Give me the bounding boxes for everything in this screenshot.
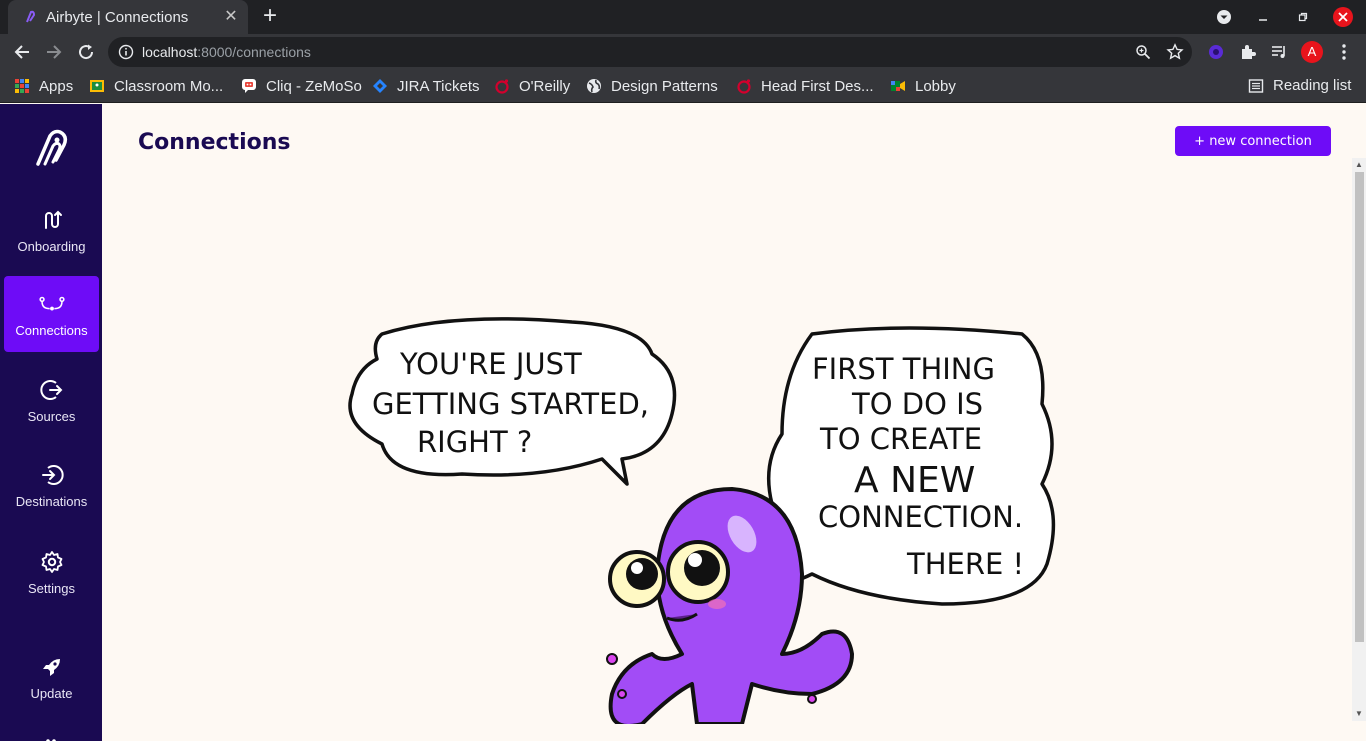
bookmark-label: Classroom Mo... [114,77,224,95]
sidebar-item-label: Connections [15,322,88,338]
jira-icon [372,78,388,94]
reading-list-icon [1248,78,1264,94]
left-bubble-line-3: RIGHT ? [417,425,532,459]
right-bubble-line-1: FIRST THING [812,352,995,386]
airbyte-favicon-icon [22,9,38,25]
bookmark-lobby[interactable]: Lobby [890,77,956,95]
scroll-down-icon[interactable]: ▼ [1355,710,1363,718]
more-dots-icon[interactable] [46,734,56,741]
gear-icon [39,549,65,575]
url-path: :8000/connections [197,44,311,60]
left-bubble-line-2: GETTING STARTED, [372,387,649,421]
close-window-icon[interactable] [1332,6,1354,28]
forward-icon[interactable] [42,40,66,64]
bookmark-classroom[interactable]: Classroom Mo... [89,77,223,95]
main-content: Connections + new connection ▲ ▼ YOU'RE … [102,104,1366,741]
tab-title: Airbyte | Connections [46,8,189,26]
bookmark-label: Cliq - ZeMoSo [266,77,362,95]
browser-menu-icon[interactable] [1333,41,1355,63]
right-bubble-line-6: THERE ! [906,547,1024,581]
classroom-icon [89,78,105,94]
sidebar-item-onboarding[interactable]: Onboarding [4,192,99,268]
profile-avatar[interactable]: A [1301,41,1323,63]
airbyte-logo[interactable] [32,128,70,168]
right-bubble-line-2: TO DO IS [851,387,983,421]
bookmark-label: O'Reilly [519,77,571,95]
connections-icon [38,291,65,317]
bookmarks-bar: Apps Classroom Mo... Cliq - ZeMoSo JIRA … [0,70,1366,103]
bookmark-apps[interactable]: Apps [14,77,73,95]
left-bubble-line-1: YOU'RE JUST [399,347,582,381]
scroll-up-icon[interactable]: ▲ [1355,161,1363,169]
sidebar-item-destinations[interactable]: Destinations [4,447,99,523]
page-title: Connections [138,130,291,155]
destinations-icon [39,462,65,488]
bookmark-jira[interactable]: JIRA Tickets [372,77,480,95]
oreilly-icon [736,78,752,94]
address-bar[interactable]: localhost:8000/connections [108,37,1192,67]
scrollbar-thumb[interactable] [1355,172,1364,642]
sidebar-item-label: Sources [27,408,76,424]
oreilly-icon [494,78,510,94]
restore-icon[interactable] [1292,6,1314,28]
bookmark-design-patterns[interactable]: Design Patterns [586,77,718,95]
tab-search-icon[interactable] [1213,6,1235,28]
reload-icon[interactable] [74,40,98,64]
sidebar-item-connections[interactable]: Connections [4,276,99,352]
sources-icon [39,377,65,403]
bookmark-label: JIRA Tickets [397,77,480,95]
sidebar-item-sources[interactable]: Sources [4,362,99,438]
sidebar-item-label: Onboarding [17,238,86,254]
extension-purple-icon[interactable] [1205,41,1227,63]
empty-state-illustration: YOU'RE JUST GETTING STARTED, RIGHT ? FIR… [348,317,1056,724]
sidebar: Onboarding Connections Sources Destinati… [0,104,102,741]
sidebar-item-settings[interactable]: Settings [4,534,99,610]
onboarding-icon [39,207,65,233]
bookmark-star-icon[interactable] [1166,43,1184,61]
bookmark-cliq[interactable]: Cliq - ZeMoSo [241,77,362,95]
sidebar-item-label: Update [30,685,73,701]
zoom-icon[interactable] [1134,43,1152,61]
site-info-icon[interactable] [118,44,134,60]
browser-tabstrip: Airbyte | Connections ✕ + [0,0,1366,34]
sidebar-item-update[interactable]: Update [4,639,99,715]
apps-grid-icon [14,78,30,94]
globe-icon [586,78,602,94]
extensions-puzzle-icon[interactable] [1237,41,1259,63]
back-icon[interactable] [10,40,34,64]
minimize-icon[interactable] [1252,6,1274,28]
bookmark-oreilly[interactable]: O'Reilly [494,77,570,95]
url-text: localhost:8000/connections [142,44,311,60]
right-bubble-line-5: CONNECTION. [818,500,1023,534]
right-bubble-line-4: A NEW [854,460,975,501]
bookmark-label: Lobby [915,77,956,95]
bookmark-label: Apps [39,77,74,95]
scrollbar[interactable]: ▲ ▼ [1352,158,1366,721]
new-connection-button[interactable]: + new connection [1175,126,1331,156]
right-bubble-line-3: TO CREATE [819,422,982,456]
browser-tab[interactable]: Airbyte | Connections ✕ [8,0,248,34]
browser-toolbar: localhost:8000/connections A [0,34,1366,70]
media-control-icon[interactable] [1268,41,1290,63]
bookmark-label: Design Patterns [611,77,718,95]
new-tab-button[interactable]: + [259,4,281,30]
rocket-icon [39,654,65,680]
reading-list-label: Reading list [1273,77,1352,94]
sidebar-item-label: Settings [28,580,75,596]
tab-close-icon[interactable]: ✕ [222,8,240,26]
left-speech-bubble: YOU'RE JUST GETTING STARTED, RIGHT ? [348,317,677,486]
bookmark-label: Head First Des... [761,77,874,95]
url-host: localhost [142,44,198,60]
bookmark-head-first[interactable]: Head First Des... [736,77,874,95]
sidebar-item-label: Destinations [15,493,88,509]
reading-list[interactable]: Reading list [1248,77,1351,94]
lobby-icon [890,78,906,94]
cliq-icon [241,78,257,94]
